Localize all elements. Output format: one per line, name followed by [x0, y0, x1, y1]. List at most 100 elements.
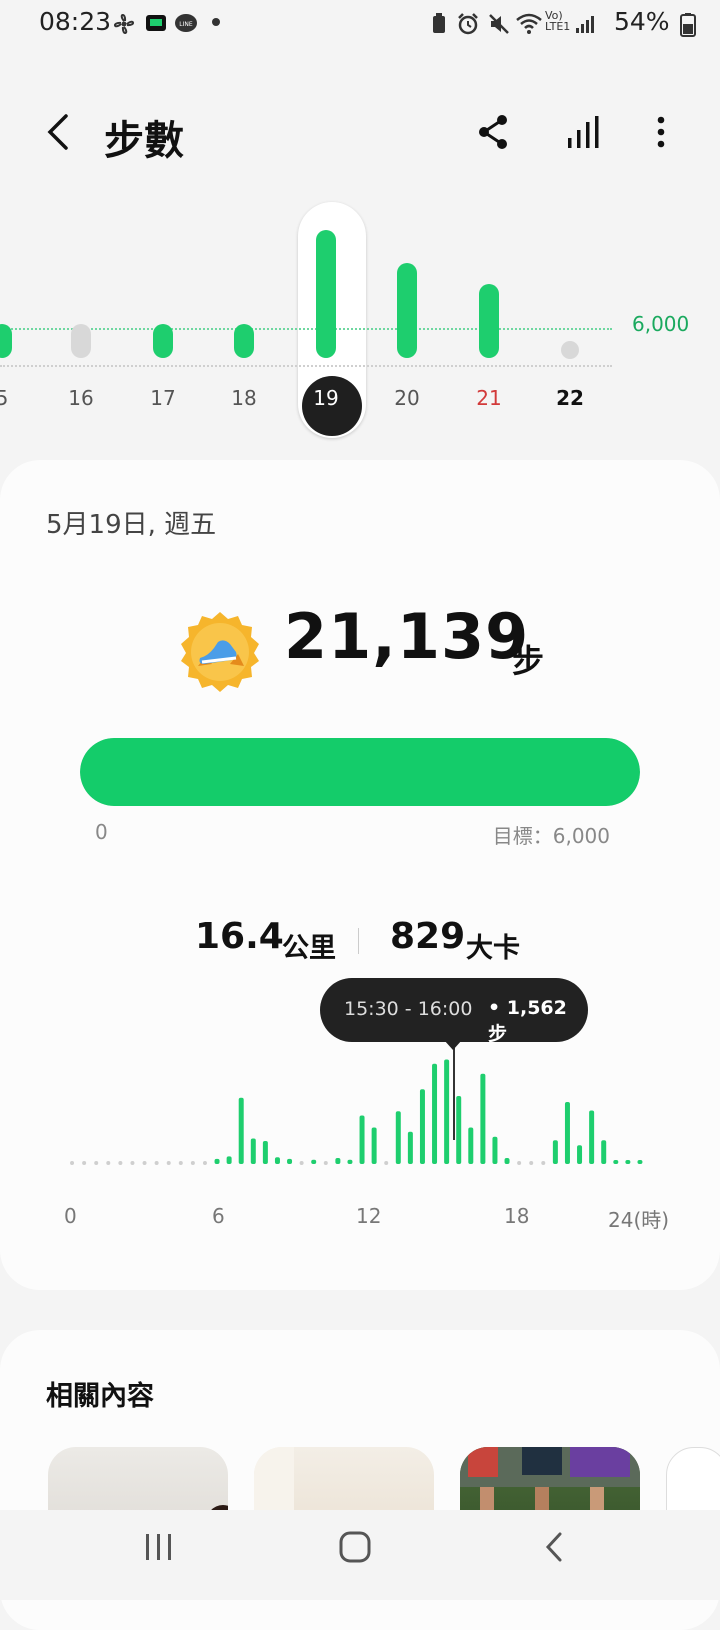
wifi-icon: [516, 13, 542, 34]
hourly-bar[interactable]: [262, 1141, 268, 1164]
hourly-empty-dot: [384, 1161, 389, 1165]
calories-value: 829: [390, 916, 466, 957]
day-bar[interactable]: [316, 230, 336, 358]
hourly-bar[interactable]: [456, 1096, 462, 1164]
hourly-empty-dot: [517, 1161, 522, 1165]
hourly-bar[interactable]: [419, 1089, 425, 1164]
battery-percentage: 54%: [614, 7, 670, 36]
day-bar[interactable]: [397, 263, 417, 358]
webtoon-icon: [146, 15, 166, 31]
signal-icon: [576, 16, 594, 33]
status-time: 08:23: [39, 7, 112, 36]
day-label[interactable]: 20: [382, 386, 432, 410]
progress-goal-label: 目標：6,000: [492, 824, 610, 848]
system-navigation-bar: [0, 1510, 720, 1600]
day-bar[interactable]: [479, 283, 499, 358]
day-label[interactable]: 16: [56, 386, 106, 410]
summary-card: 5月19日, 週五 21,139 步 0 目標：6,000 16.4 公里 82…: [0, 460, 720, 1290]
day-label[interactable]: 17: [138, 386, 188, 410]
svg-text:LINE: LINE: [179, 21, 193, 28]
hourly-bar[interactable]: [274, 1157, 280, 1164]
distance-unit: 公里: [282, 933, 336, 964]
goal-line: [0, 328, 612, 330]
hourly-bar[interactable]: [287, 1158, 293, 1164]
battery-saver-icon: [433, 13, 445, 33]
status-bar: 08:23 LINE Vo) LTE1 54%: [0, 0, 720, 50]
hourly-bar[interactable]: [311, 1159, 317, 1164]
hourly-bar[interactable]: [613, 1160, 619, 1164]
hourly-bar[interactable]: [625, 1160, 631, 1164]
hourly-empty-dot: [118, 1161, 123, 1165]
hourly-bar[interactable]: [564, 1101, 570, 1164]
nav-back-button[interactable]: [530, 1522, 580, 1572]
recent-apps-button[interactable]: [134, 1522, 184, 1572]
bar-chart-icon: [568, 116, 599, 148]
home-button[interactable]: [330, 1522, 380, 1572]
back-button[interactable]: [38, 110, 82, 154]
hourly-bar[interactable]: [250, 1138, 256, 1165]
day-bar[interactable]: [234, 324, 254, 358]
hourly-bar[interactable]: [395, 1111, 401, 1164]
goal-achieved-medal-icon: [181, 612, 259, 692]
hourly-bar[interactable]: [347, 1159, 353, 1164]
related-content-title: 相關內容: [46, 1381, 154, 1412]
day-bar[interactable]: [0, 324, 12, 358]
day-label[interactable]: 22: [545, 386, 595, 410]
x-tick-label: 6: [212, 1204, 225, 1228]
hourly-bar[interactable]: [589, 1110, 595, 1164]
hourly-bar[interactable]: [577, 1145, 583, 1164]
day-bar-empty-dot[interactable]: [561, 341, 579, 359]
day-label[interactable]: 19: [301, 386, 351, 410]
hourly-bar[interactable]: [359, 1115, 365, 1164]
x-tick-label: 0: [64, 1204, 77, 1228]
tooltip-steps: • 1,562 步: [488, 997, 567, 1045]
share-button[interactable]: [474, 112, 514, 152]
hourly-bar[interactable]: [552, 1140, 558, 1164]
home-icon: [339, 1531, 371, 1563]
day-label[interactable]: 21: [464, 386, 514, 410]
hourly-bar[interactable]: [468, 1127, 474, 1164]
hourly-bar[interactable]: [444, 1059, 450, 1164]
hourly-bar[interactable]: [371, 1127, 377, 1164]
battery-icon: [680, 13, 696, 37]
share-icon: [479, 115, 507, 149]
daily-steps-strip[interactable]: 6,000 5 16 17 18 19 20 21 22: [0, 200, 720, 440]
day-label[interactable]: 5: [0, 386, 27, 410]
fan-icon: [114, 14, 134, 34]
network-type: Vo) LTE1: [545, 9, 571, 33]
hourly-empty-dot: [166, 1161, 171, 1165]
steps-unit: 步: [512, 642, 545, 680]
more-options-button[interactable]: [646, 112, 676, 152]
hourly-bar[interactable]: [492, 1136, 498, 1164]
x-tick-label: 18: [504, 1204, 530, 1228]
progress-min-label: 0: [95, 820, 108, 844]
hourly-bar[interactable]: [214, 1158, 220, 1164]
hourly-steps-chart[interactable]: [60, 1020, 680, 1220]
hourly-bar[interactable]: [226, 1156, 232, 1164]
hourly-bar[interactable]: [480, 1073, 486, 1164]
hourly-bar[interactable]: [238, 1097, 244, 1164]
goal-progress-bar: [80, 738, 640, 806]
day-bar[interactable]: [153, 324, 173, 358]
goal-label: 6,000: [632, 312, 690, 336]
hourly-bar[interactable]: [504, 1158, 510, 1164]
hourly-bar[interactable]: [432, 1063, 438, 1164]
day-label[interactable]: 18: [219, 386, 269, 410]
date-label: 5月19日, 週五: [46, 510, 217, 540]
hourly-bar[interactable]: [601, 1140, 607, 1164]
trends-button[interactable]: [562, 112, 602, 152]
day-bar[interactable]: [71, 324, 91, 358]
hourly-empty-dot: [541, 1161, 546, 1165]
notification-dot-icon: [212, 18, 220, 26]
distance-value: 16.4: [195, 916, 284, 957]
hourly-empty-dot: [106, 1161, 111, 1165]
hourly-empty-dot: [142, 1161, 147, 1165]
recent-apps-icon: [146, 1534, 171, 1560]
hourly-bar[interactable]: [637, 1160, 643, 1164]
line-icon: LINE: [175, 14, 197, 32]
hourly-bar[interactable]: [335, 1158, 341, 1164]
hourly-bar[interactable]: [407, 1131, 413, 1164]
hourly-empty-dot: [190, 1161, 195, 1165]
more-vertical-icon: [657, 116, 665, 148]
nav-back-icon: [545, 1532, 562, 1562]
